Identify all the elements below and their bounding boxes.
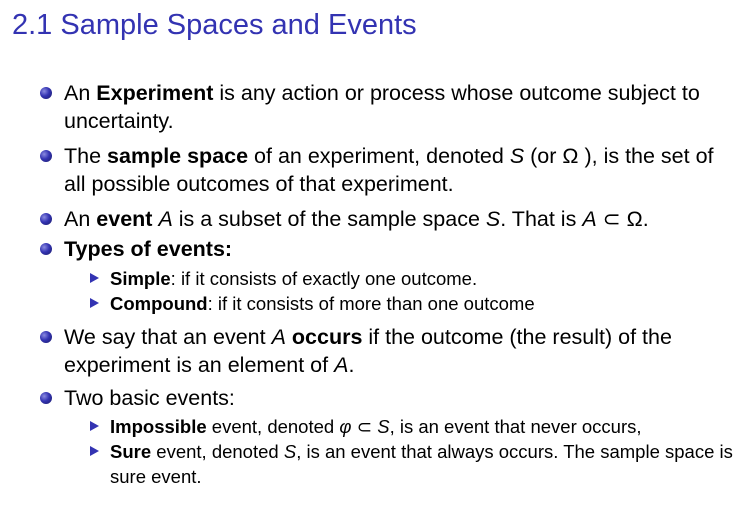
bullet-icon [40,87,52,99]
triangle-bullet-icon [90,298,99,308]
sample-space-item: The sample space of an experiment, denot… [64,144,714,196]
types-of-events-item: Types of events: [64,237,233,261]
sure-subitem: Sure event, denoted S, is an event that … [110,441,733,487]
bullet-icon [40,331,52,343]
triangle-bullet-icon [90,446,99,456]
triangle-bullet-icon [90,421,99,431]
simple-subitem: Simple: if it consists of exactly one ou… [110,268,478,289]
slide-title: 2.1 Sample Spaces and Events [12,9,417,41]
occurs-item: We say that an event A occurs if the out… [64,325,672,377]
compound-subitem: Compound: if it consists of more than on… [110,293,535,314]
bullet-icon [40,243,52,255]
event-item: An event A is a subset of the sample spa… [64,207,649,231]
bullet-icon [40,392,52,404]
bullet-icon [40,213,52,225]
bullet-icon [40,150,52,162]
triangle-bullet-icon [90,273,99,283]
experiment-item: An Experiment is any action or process w… [64,81,700,133]
two-basic-events-item: Two basic events: [64,386,235,410]
impossible-subitem: Impossible event, denoted φ ⊂ S, is an e… [110,416,642,437]
